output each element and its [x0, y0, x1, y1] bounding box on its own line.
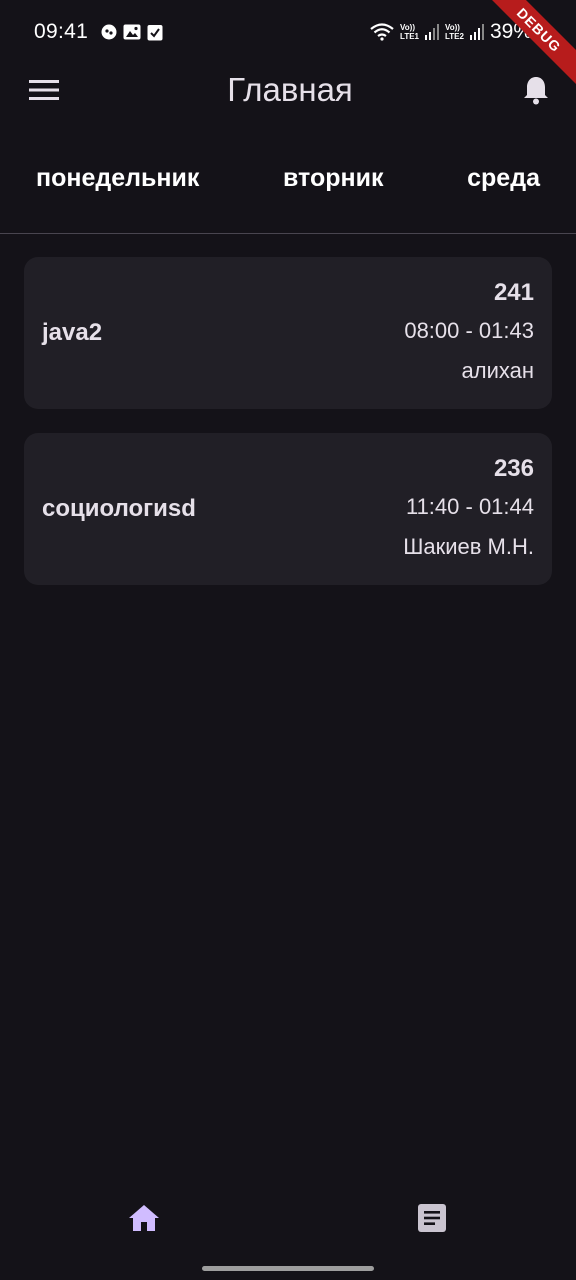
battery-percent: 39% [489, 20, 532, 43]
lesson-time: 08:00 - 01:43 [404, 318, 534, 343]
menu-button[interactable] [26, 72, 62, 108]
lte2-bottom: LTE2 [445, 32, 464, 41]
tab-wednesday[interactable]: среда [467, 164, 540, 193]
notifications-button[interactable] [518, 72, 554, 108]
tab-monday[interactable]: понедельник [36, 164, 199, 193]
bottom-navigation [0, 1178, 576, 1258]
lesson-title: java2 [42, 319, 103, 346]
image-icon [123, 24, 141, 40]
status-right: Vo)) LTE1 Vo)) LTE2 39% [370, 20, 532, 44]
lte2-top: Vo)) [445, 23, 460, 32]
lte1-bottom: LTE1 [400, 32, 419, 41]
status-bar: 09:41 Vo)) LTE1 Vo)) LTE2 39% [0, 0, 576, 64]
home-icon [129, 1205, 159, 1231]
lte2-indicator: Vo)) LTE2 [445, 23, 464, 41]
status-left: 09:41 [34, 20, 163, 44]
status-time: 09:41 [34, 20, 89, 43]
lesson-list: java2 241 08:00 - 01:43 алихан социологи… [24, 257, 552, 609]
day-tabs: понедельник вторник среда [0, 140, 576, 216]
lesson-room: 241 [493, 279, 534, 306]
lesson-card[interactable]: java2 241 08:00 - 01:43 алихан [24, 257, 552, 409]
notification-icons [101, 24, 163, 41]
app-notification-icon [101, 24, 117, 40]
lte1-indicator: Vo)) LTE1 [400, 23, 419, 41]
menu-icon [29, 80, 59, 100]
lesson-details: 241 08:00 - 01:43 алихан [404, 275, 534, 391]
nav-home[interactable] [0, 1178, 288, 1258]
lesson-room: 236 [493, 455, 534, 482]
tab-tuesday[interactable]: вторник [283, 164, 383, 193]
signal-icon [425, 24, 439, 40]
lte1-top: Vo)) [400, 23, 415, 32]
lesson-time: 11:40 - 01:44 [405, 494, 534, 519]
nav-articles[interactable] [288, 1178, 576, 1258]
app-bar: Главная [0, 64, 576, 116]
task-check-icon [147, 24, 163, 40]
lesson-teacher: Шакиев М.Н. [403, 534, 534, 559]
lesson-teacher: алихан [461, 358, 535, 383]
lesson-title: социологиsd [42, 495, 196, 522]
bell-icon [523, 77, 548, 105]
lesson-details: 236 11:40 - 01:44 Шакиев М.Н. [403, 451, 534, 567]
gesture-handle[interactable] [202, 1266, 374, 1271]
lesson-card[interactable]: социологиsd 236 11:40 - 01:44 Шакиев М.Н… [24, 433, 552, 585]
signal-icon [469, 24, 484, 40]
wifi-icon [370, 23, 394, 41]
tab-divider [0, 233, 576, 234]
article-icon [418, 1204, 446, 1232]
page-title: Главная [227, 71, 353, 108]
